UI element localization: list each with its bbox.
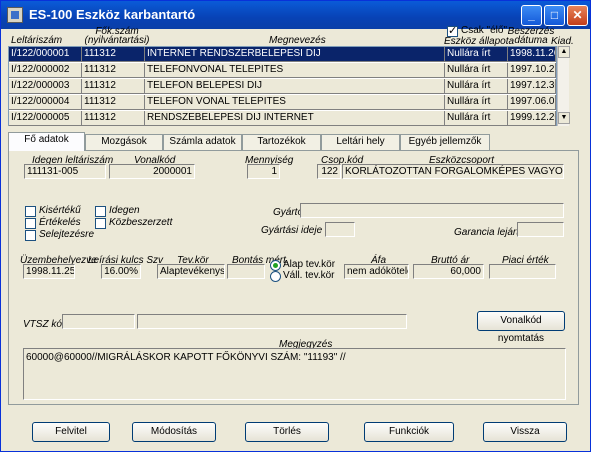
cell-allapot: Nullára írt bbox=[445, 63, 508, 78]
vall-tevkor-label: Váll. tev.kör bbox=[283, 270, 335, 281]
cell-megnevezes: TELEFONVONAL TELEPITES bbox=[145, 63, 445, 78]
tab-mozgasok[interactable]: Mozgások bbox=[85, 134, 163, 150]
modositas-button[interactable]: Módosítás bbox=[132, 422, 216, 442]
cell-fokszam: 111312 bbox=[82, 79, 145, 94]
vtsz-label: VTSZ kód bbox=[23, 319, 68, 330]
idegen-leltariszam-field[interactable]: 111131-005 bbox=[24, 164, 106, 179]
cell-megnevezes: INTERNET RENDSZERBELEPESI DIJ bbox=[145, 47, 445, 62]
scroll-down-icon[interactable]: ▼ bbox=[558, 112, 570, 124]
vonalkod-nyomtatas-button[interactable]: Vonalkód nyomtatás bbox=[477, 311, 565, 344]
garancia-field[interactable] bbox=[517, 222, 564, 237]
uzembehelyezve-field[interactable]: 1998.11.25 bbox=[23, 264, 75, 279]
cell-allapot: Nullára írt bbox=[445, 95, 508, 110]
felvitel-button[interactable]: Felvitel bbox=[32, 422, 110, 442]
table-row[interactable]: I/122/000003 111312 TELEFON BELEPESI DIJ… bbox=[9, 79, 568, 95]
bontas-mert-field[interactable] bbox=[227, 264, 265, 279]
kozbeszerzett-checkbox[interactable] bbox=[95, 218, 106, 229]
cell-megnevezes: TELEFON VONAL TELEPITES bbox=[145, 95, 445, 110]
alap-tevkor-label: Alap tev.kör bbox=[283, 259, 336, 270]
table-row[interactable]: I/122/000004 111312 TELEFON VONAL TELEPI… bbox=[9, 95, 568, 111]
maximize-button[interactable]: □ bbox=[544, 5, 565, 26]
brutto-ar-field[interactable]: 60,000 bbox=[413, 264, 484, 279]
table-row[interactable]: I/122/000005 111312 RENDSZEBELEPESI DIJ … bbox=[9, 111, 568, 127]
idegen-checkbox[interactable] bbox=[95, 206, 106, 217]
cell-leltariszam: I/122/000002 bbox=[9, 63, 82, 78]
cell-fokszam: 111312 bbox=[82, 47, 145, 62]
vissza-button[interactable]: Vissza bbox=[483, 422, 567, 442]
kiserteku-label: Kisértékű bbox=[39, 205, 81, 216]
asset-grid[interactable]: I/122/000001 111312 INTERNET RENDSZERBEL… bbox=[8, 46, 568, 127]
app-icon bbox=[7, 7, 23, 23]
cell-allapot: Nullára írt bbox=[445, 111, 508, 126]
ertekeles-label: Értékelés bbox=[39, 217, 81, 228]
garancia-label: Garancia lejárta bbox=[454, 227, 525, 238]
afa-field[interactable]: nem adóköteles bbox=[344, 264, 409, 279]
minimize-button[interactable]: _ bbox=[521, 5, 542, 26]
vonalkod-field[interactable]: 2000001 bbox=[109, 164, 195, 179]
vtsz-description-field[interactable] bbox=[137, 314, 407, 329]
table-row[interactable]: I/122/000002 111312 TELEFONVONAL TELEPIT… bbox=[9, 63, 568, 79]
cell-leltariszam: I/122/000003 bbox=[9, 79, 82, 94]
cell-datum: 1997.10.21 bbox=[508, 63, 556, 78]
col-header-megnevezes: Megnevezés bbox=[269, 35, 326, 46]
kiserteku-checkbox[interactable] bbox=[25, 206, 36, 217]
cell-fokszam: 111312 bbox=[82, 63, 145, 78]
megjegyzes-textarea[interactable]: 60000@60000//MIGRÁLÁSKOR KAPOTT FŐKÖNYVI… bbox=[23, 348, 566, 400]
kozbeszerzett-label: Közbeszerzett bbox=[109, 217, 173, 228]
torles-button[interactable]: Törlés bbox=[245, 422, 329, 442]
ertekeles-checkbox[interactable] bbox=[25, 218, 36, 229]
csak-elo-label: Csak "élő" bbox=[461, 25, 508, 36]
cell-leltariszam: I/122/000004 bbox=[9, 95, 82, 110]
tab-szamla-adatok[interactable]: Számla adatok bbox=[163, 134, 242, 150]
gyarto-label: Gyártó bbox=[273, 207, 304, 218]
tev-kor-field[interactable]: Alaptevékenység bbox=[157, 264, 225, 279]
window-title: ES-100 Eszköz karbantartó bbox=[29, 7, 196, 22]
app-window: ES-100 Eszköz karbantartó _ □ ✕ Leltáris… bbox=[0, 0, 591, 452]
tab-tartozekok[interactable]: Tartozékok bbox=[242, 134, 321, 150]
col-header-leltariszam: Leltáriszám bbox=[11, 35, 63, 46]
csop-kod-field[interactable]: 122 bbox=[317, 164, 341, 179]
cell-datum: 1999.12.20 bbox=[508, 111, 556, 126]
close-button[interactable]: ✕ bbox=[567, 5, 588, 26]
tab-fo-adatok[interactable]: Fő adatok bbox=[8, 132, 85, 151]
cell-megnevezes: RENDSZEBELEPESI DIJ INTERNET bbox=[145, 111, 445, 126]
table-row[interactable]: I/122/000001 111312 INTERNET RENDSZERBEL… bbox=[9, 47, 568, 63]
eszkozcsoport-field[interactable]: KORLÁTOZOTTAN FORGALOMKÉPES VAGYONI ÉRT bbox=[342, 164, 564, 179]
gyartasi-ideje-field[interactable] bbox=[325, 222, 355, 237]
gyartasi-ideje-label: Gyártási ideje bbox=[261, 225, 323, 236]
leirasi-kulcs-field[interactable]: 16.00% bbox=[101, 264, 141, 279]
cell-allapot: Nullára írt bbox=[445, 79, 508, 94]
gyarto-field[interactable] bbox=[300, 203, 564, 218]
cell-datum: 1997.06.07 bbox=[508, 95, 556, 110]
alap-tevkor-radio[interactable] bbox=[270, 260, 281, 271]
col-header-datum: Beszerzés dátuma bbox=[507, 26, 555, 46]
grid-scrollbar[interactable]: ▲ ▼ bbox=[557, 46, 570, 126]
cell-datum: 1997.12.30 bbox=[508, 79, 556, 94]
cell-allapot: Nullára írt bbox=[445, 47, 508, 62]
mennyiseg-field[interactable]: 1 bbox=[247, 164, 280, 179]
cell-leltariszam: I/122/000005 bbox=[9, 111, 82, 126]
cell-datum: 1998.11.26 bbox=[508, 47, 556, 62]
vall-tevkor-radio[interactable] bbox=[270, 271, 281, 282]
funkciok-button[interactable]: Funkciók bbox=[364, 422, 454, 442]
cell-megnevezes: TELEFON BELEPESI DIJ bbox=[145, 79, 445, 94]
cell-fokszam: 111312 bbox=[82, 95, 145, 110]
selejtezesre-label: Selejtezésre bbox=[39, 229, 95, 240]
piaci-ertek-field[interactable] bbox=[489, 264, 556, 279]
scroll-up-icon[interactable]: ▲ bbox=[558, 46, 570, 58]
tab-egyeb-jellemzok[interactable]: Egyéb jellemzők bbox=[400, 134, 490, 150]
cell-fokszam: 111312 bbox=[82, 111, 145, 126]
col-header-fokszam: Fők.szám (nyilvántartási) bbox=[84, 26, 150, 46]
vtsz-field[interactable] bbox=[62, 314, 135, 329]
selejtezesre-checkbox[interactable] bbox=[25, 230, 36, 241]
idegen-label: Idegen bbox=[109, 205, 140, 216]
tab-leltari-hely[interactable]: Leltári hely bbox=[321, 134, 400, 150]
cell-leltariszam: I/122/000001 bbox=[9, 47, 82, 62]
